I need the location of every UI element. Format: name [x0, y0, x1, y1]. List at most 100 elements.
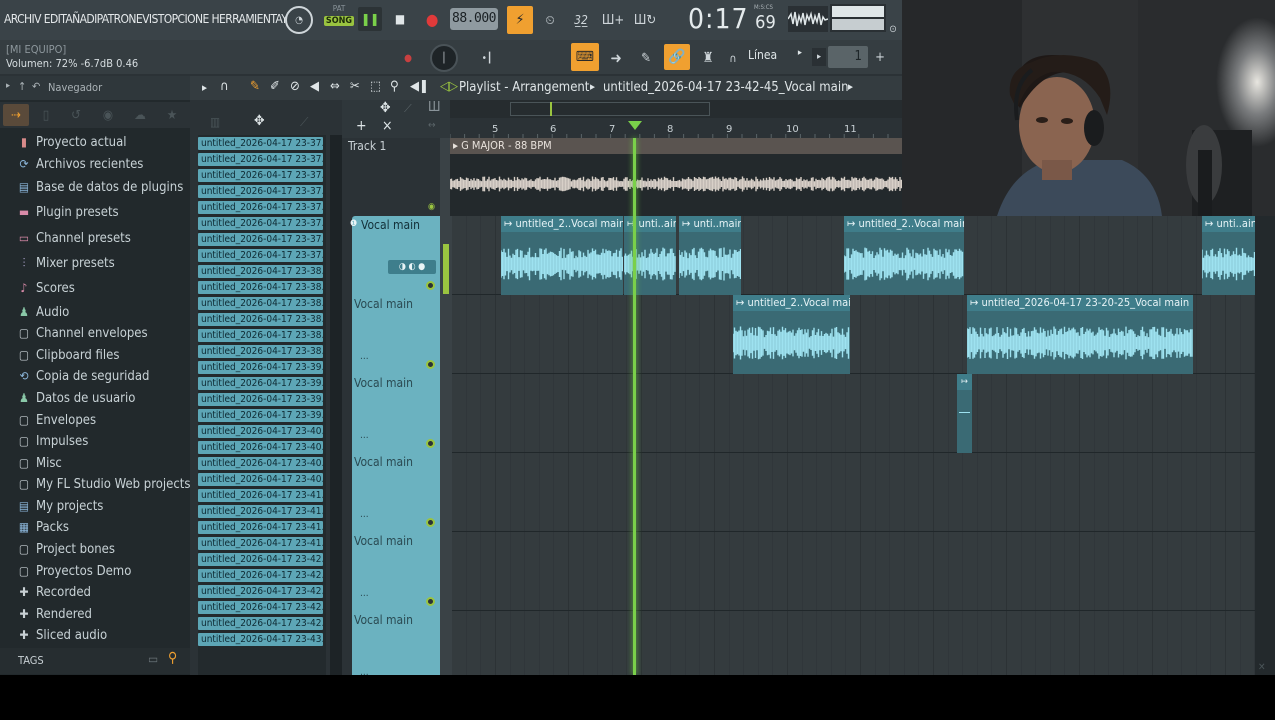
audio-clip-small[interactable]: ↦	[957, 374, 972, 453]
browser-item[interactable]: ▦ Packs	[16, 520, 69, 535]
master-volume-knob[interactable]: │	[430, 44, 458, 72]
metronome-icon[interactable]: ⚡	[507, 6, 533, 34]
browser-item[interactable]: ▭ Channel presets	[16, 231, 131, 246]
browser-item[interactable]: ▢ Misc	[16, 456, 62, 471]
pattern-prev-icon[interactable]: ▸	[812, 48, 826, 66]
audio-clip-header[interactable]: ↦ untitled_2..Vocal main	[501, 216, 623, 232]
audio-clip-header[interactable]: ↦ unti..main	[679, 216, 741, 232]
clip-source-item[interactable]: untitled_2026-04-17 23-38...	[198, 313, 323, 326]
browser-item[interactable]: ▤ My projects	[16, 499, 104, 514]
track-more-icon[interactable]: ...	[360, 509, 369, 520]
slice-tool-icon[interactable]: ✂	[350, 79, 360, 94]
clip-source-item[interactable]: untitled_2026-04-17 23-38...	[198, 345, 323, 358]
browser-item[interactable]: ♟ Datos de usuario	[16, 391, 135, 406]
cloud-filter-icon[interactable]: ☁	[130, 105, 150, 125]
pencil-tool-icon[interactable]: ✎	[250, 79, 260, 94]
stop-button[interactable]: ■	[388, 7, 412, 31]
arrows-icon[interactable]: ↔	[428, 120, 436, 131]
clip-source-item[interactable]: untitled_2026-04-17 23-41...	[198, 521, 323, 534]
clip-source-item[interactable]: untitled_2026-04-17 23-37...	[198, 249, 323, 262]
playlist-scrollbar[interactable]: ✕	[1255, 216, 1275, 675]
countdown-icon[interactable]: 3̲2̲	[568, 10, 594, 30]
clip-source-item[interactable]: untitled_2026-04-17 23-40...	[198, 473, 323, 486]
clip-source-item[interactable]: untitled_2026-04-17 23-39...	[198, 361, 323, 374]
browser-item[interactable]: ⟳ Archivos recientes	[16, 157, 143, 172]
track1-led-icon[interactable]: ◉	[428, 202, 435, 212]
settings-small-icon[interactable]: ⊙	[886, 22, 900, 36]
browser-item[interactable]: ▤ Base de datos de plugins	[16, 180, 183, 195]
song-label[interactable]: SONG	[324, 16, 354, 26]
audio-clip-header[interactable]: ↦ untitled_2..Vocal main	[844, 216, 964, 232]
clip-source-item[interactable]: untitled_2026-04-17 23-37...	[198, 233, 323, 246]
clip-source-item[interactable]: untitled_2026-04-17 23-41...	[198, 505, 323, 518]
clip-source-item[interactable]: untitled_2026-04-17 23-42...	[198, 585, 323, 598]
track-led-icon[interactable]	[426, 597, 435, 606]
mute-tool-icon[interactable]: ◀	[310, 79, 319, 94]
clip-source-item[interactable]: untitled_2026-04-17 23-39...	[198, 393, 323, 406]
clip-source-item[interactable]: untitled_2026-04-17 23-39...	[198, 409, 323, 422]
audio-clip-header[interactable]: ↦ unti..ain	[1202, 216, 1257, 232]
clip-source-item[interactable]: untitled_2026-04-17 23-39...	[198, 377, 323, 390]
lock-icon[interactable]: ●	[400, 50, 416, 66]
clip-source-item[interactable]: untitled_2026-04-17 23-42...	[198, 569, 323, 582]
browser-item[interactable]: ▢ My FL Studio Web projects	[16, 477, 191, 492]
clip-source-item[interactable]: untitled_2026-04-17 23-37...	[198, 185, 323, 198]
audio-clip-header[interactable]: ↦ untitled_2..Vocal main	[733, 295, 850, 311]
browser-item[interactable]: ♪ Scores	[16, 281, 75, 296]
track-lane[interactable]	[452, 453, 1255, 532]
clip-source-item[interactable]: untitled_2026-04-17 23-42...	[198, 553, 323, 566]
track-info-icon[interactable]: ❶	[350, 219, 357, 229]
plugins-filter-icon[interactable]: ◉	[98, 105, 118, 125]
track-led-icon[interactable]	[426, 281, 435, 290]
playback-tool-icon[interactable]: ◀❚	[410, 79, 429, 94]
pattern-selector[interactable]: 1	[828, 46, 868, 68]
time-display[interactable]: 0:17 69 M:S:CS	[688, 2, 778, 38]
mixer-icon[interactable]: ♜	[696, 46, 720, 70]
clip-menu-icon[interactable]: ↦	[682, 217, 693, 230]
tags-folder-icon[interactable]: ▭	[148, 652, 158, 666]
clip-source-item[interactable]: untitled_2026-04-17 23-37...	[198, 169, 323, 182]
track-lane[interactable]	[452, 374, 1255, 453]
clip-tool-icon-1[interactable]: ▥	[210, 115, 220, 129]
favorites-filter-icon[interactable]: ★	[162, 105, 182, 125]
clip-source-item[interactable]: untitled_2026-04-17 23-38...	[198, 297, 323, 310]
master-pitch-slider[interactable]: •┃	[476, 50, 498, 66]
expand-icon[interactable]: ▸	[6, 81, 10, 91]
track-lane[interactable]	[452, 532, 1255, 611]
move-icon[interactable]: ✥	[380, 100, 391, 116]
track-more-icon[interactable]: ...	[360, 430, 369, 441]
recent-filter-icon[interactable]: ↺	[66, 105, 86, 125]
clip-source-item[interactable]: untitled_2026-04-17 23-37...	[198, 217, 323, 230]
piano-icon[interactable]: Ш	[428, 100, 441, 115]
clip-list-scrollbar[interactable]	[330, 135, 342, 675]
clip-tool-icon-3[interactable]: ⟋	[300, 115, 308, 130]
audio-clip-header[interactable]: ↦ untitled_2026-04-17 23-20-25_Vocal mai…	[967, 295, 1193, 311]
snap-selector[interactable]: Línea ▸	[744, 48, 802, 66]
clip-source-item[interactable]: untitled_2026-04-17 23-41...	[198, 489, 323, 502]
arrow-right-icon[interactable]: ➜	[604, 46, 628, 70]
browser-item[interactable]: ▢ Clipboard files	[16, 348, 120, 363]
clip-source-item[interactable]: untitled_2026-04-17 23-37...	[198, 201, 323, 214]
add-pattern-button[interactable]: +	[872, 48, 888, 66]
clip-menu-icon[interactable]: ↦	[970, 296, 981, 309]
clip-source-item[interactable]: untitled_2026-04-17 23-40...	[198, 425, 323, 438]
browser-item[interactable]: ⟲ Copia de seguridad	[16, 369, 149, 384]
browser-item[interactable]: ✚ Rendered	[16, 607, 91, 622]
tempo-display[interactable]: 88.000	[450, 8, 498, 30]
clip-source-item[interactable]: untitled_2026-04-17 23-37...	[198, 153, 323, 166]
main-menu[interactable]: ARCHIV EDITAÑADIPATRONEVISTOPCIONE HERRA…	[4, 12, 288, 26]
draw-icon[interactable]: ✎	[634, 46, 658, 70]
playlist-breadcrumb[interactable]: untitled_2026-04-17 23-42-45_Vocal main	[603, 80, 849, 95]
audio-clip[interactable]: ↦ untitled_2026-04-17 23-20-25_Vocal mai…	[967, 295, 1193, 374]
browser-item[interactable]: ▮ Proyecto actual	[16, 135, 127, 150]
back-icon[interactable]: ↶	[32, 80, 40, 93]
link-icon[interactable]: 🔗	[664, 44, 690, 70]
playhead-marker-icon[interactable]	[628, 121, 642, 130]
loop-record-icon[interactable]: Ш↻	[632, 10, 658, 30]
clip-source-item[interactable]: untitled_2026-04-17 23-38...	[198, 329, 323, 342]
select-tool-icon[interactable]: ⬚	[370, 79, 381, 94]
browser-item[interactable]: ▢ Envelopes	[16, 413, 96, 428]
clip-menu-icon[interactable]: ↦	[1205, 217, 1216, 230]
step-edit-icon[interactable]: Ш+	[600, 10, 626, 30]
close-track-icon[interactable]: ×	[382, 118, 393, 134]
